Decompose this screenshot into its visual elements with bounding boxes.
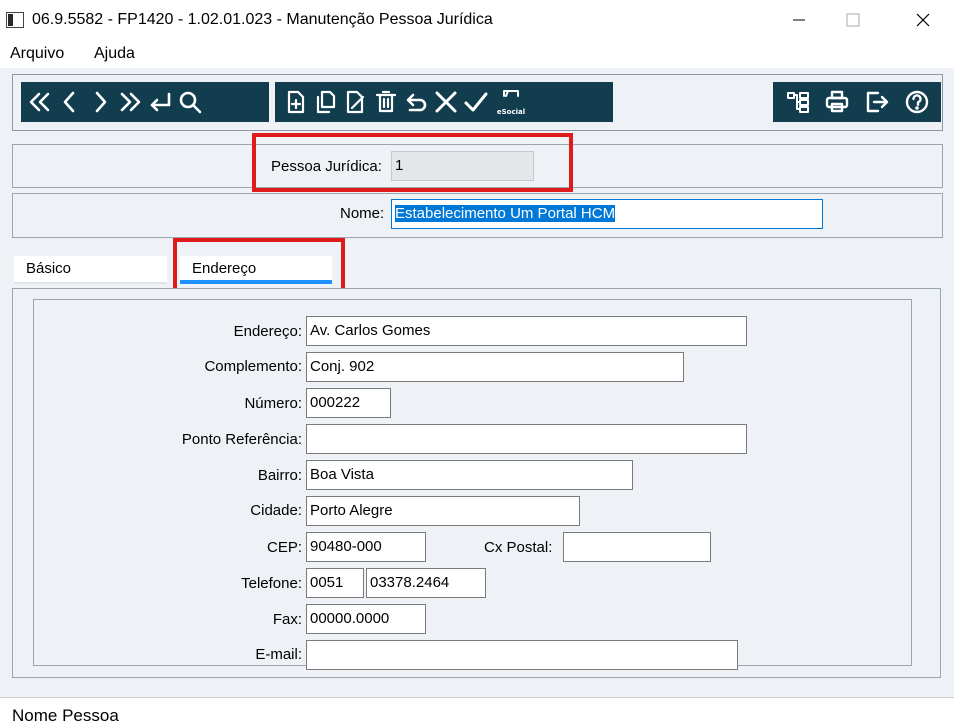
exit-button[interactable] xyxy=(857,82,897,122)
window-title: 06.9.5582 - FP1420 - 1.02.01.023 - Manut… xyxy=(32,11,493,28)
endereco-label: Endereço: xyxy=(233,323,302,340)
delete-icon xyxy=(375,90,397,113)
bairro-field[interactable]: Boa Vista xyxy=(306,460,633,490)
numero-label: Número: xyxy=(244,395,302,412)
telefone-ddd-field[interactable]: 0051 xyxy=(306,568,364,598)
new-icon xyxy=(287,90,305,114)
last-record-button[interactable] xyxy=(115,82,145,122)
help-button[interactable] xyxy=(897,82,937,122)
cidade-label: Cidade: xyxy=(250,502,302,519)
next-icon xyxy=(95,91,107,113)
cx-postal-label: Cx Postal: xyxy=(484,539,553,556)
action-toolbar-group: eSocial xyxy=(275,82,613,122)
numero-field[interactable]: 000222 xyxy=(306,388,391,418)
complemento-field[interactable]: Conj. 902 xyxy=(306,352,684,382)
nome-panel: Nome: Estabelecimento Um Portal HCM xyxy=(12,193,943,238)
confirm-icon xyxy=(464,92,488,112)
status-text: Nome Pessoa xyxy=(12,706,119,725)
highlight-box-pessoa xyxy=(252,133,573,192)
maximize-button[interactable] xyxy=(830,0,876,40)
help-icon xyxy=(905,90,929,114)
cancel-button[interactable] xyxy=(431,82,461,122)
search-button[interactable] xyxy=(175,82,205,122)
esocial-button[interactable]: eSocial xyxy=(491,82,531,122)
tab-basico[interactable]: Básico xyxy=(14,256,167,284)
menu-bar: Arquivo Ajuda xyxy=(0,40,954,68)
nome-field[interactable]: Estabelecimento Um Portal HCM xyxy=(391,199,823,229)
cep-label: CEP: xyxy=(266,539,302,556)
fax-label: Fax: xyxy=(272,611,302,628)
highlight-box-tab xyxy=(173,238,345,292)
fax-field[interactable]: 00000.0000 xyxy=(306,604,426,634)
first-record-button[interactable] xyxy=(25,82,55,122)
email-label: E-mail: xyxy=(255,646,302,663)
esocial-label: eSocial xyxy=(496,108,526,116)
esocial-icon xyxy=(503,90,519,97)
first-icon xyxy=(29,92,50,112)
minimize-button[interactable] xyxy=(776,0,822,40)
previous-record-button[interactable] xyxy=(55,82,85,122)
next-record-button[interactable] xyxy=(85,82,115,122)
app-icon xyxy=(6,12,24,28)
undo-icon xyxy=(406,93,427,112)
close-icon xyxy=(916,13,930,27)
structure-button[interactable] xyxy=(779,82,817,122)
structure-icon xyxy=(787,92,809,113)
search-icon xyxy=(179,91,202,114)
cancel-icon xyxy=(435,91,457,113)
edit-record-button[interactable] xyxy=(341,82,371,122)
exit-icon xyxy=(866,91,889,113)
nome-value: Estabelecimento Um Portal HCM xyxy=(395,205,616,222)
new-record-button[interactable] xyxy=(281,82,311,122)
minimize-icon xyxy=(793,19,805,21)
status-bar: Nome Pessoa xyxy=(0,697,954,726)
telefone-field[interactable]: 03378.2464 xyxy=(366,568,486,598)
last-icon xyxy=(120,92,141,112)
endereco-form: Endereço: Av. Carlos Gomes Complemento: … xyxy=(33,299,912,670)
return-icon xyxy=(150,92,171,112)
complemento-label: Complemento: xyxy=(204,358,302,375)
bairro-label: Bairro: xyxy=(257,467,302,484)
ponto-referencia-field[interactable] xyxy=(306,424,747,454)
copy-icon xyxy=(316,90,336,114)
menu-arquivo[interactable]: Arquivo xyxy=(10,45,64,63)
edit-icon xyxy=(346,90,365,114)
undo-button[interactable] xyxy=(401,82,431,122)
endereco-tab-panel: Endereço: Av. Carlos Gomes Complemento: … xyxy=(12,288,941,678)
nome-label: Nome: xyxy=(340,205,385,222)
print-button[interactable] xyxy=(817,82,857,122)
telefone-label: Telefone: xyxy=(241,575,302,592)
navigation-toolbar-group xyxy=(21,82,269,122)
close-button[interactable] xyxy=(900,0,946,40)
tab-basico-label: Básico xyxy=(26,260,72,277)
title-bar: 06.9.5582 - FP1420 - 1.02.01.023 - Manut… xyxy=(0,0,954,40)
cidade-field[interactable]: Porto Alegre xyxy=(306,496,580,526)
cep-field[interactable]: 90480-000 xyxy=(306,532,426,562)
previous-icon xyxy=(63,91,75,113)
delete-record-button[interactable] xyxy=(371,82,401,122)
email-field[interactable] xyxy=(306,640,738,670)
return-button[interactable] xyxy=(145,82,175,122)
menu-ajuda[interactable]: Ajuda xyxy=(94,45,135,63)
copy-record-button[interactable] xyxy=(311,82,341,122)
endereco-field[interactable]: Av. Carlos Gomes xyxy=(306,316,747,346)
toolbar: eSocial xyxy=(12,74,943,131)
maximize-icon xyxy=(846,13,860,27)
confirm-button[interactable] xyxy=(461,82,491,122)
cx-postal-field[interactable] xyxy=(563,532,711,562)
utility-toolbar-group xyxy=(773,82,941,122)
print-icon xyxy=(825,90,849,113)
ponto-referencia-label: Ponto Referência: xyxy=(181,431,302,448)
